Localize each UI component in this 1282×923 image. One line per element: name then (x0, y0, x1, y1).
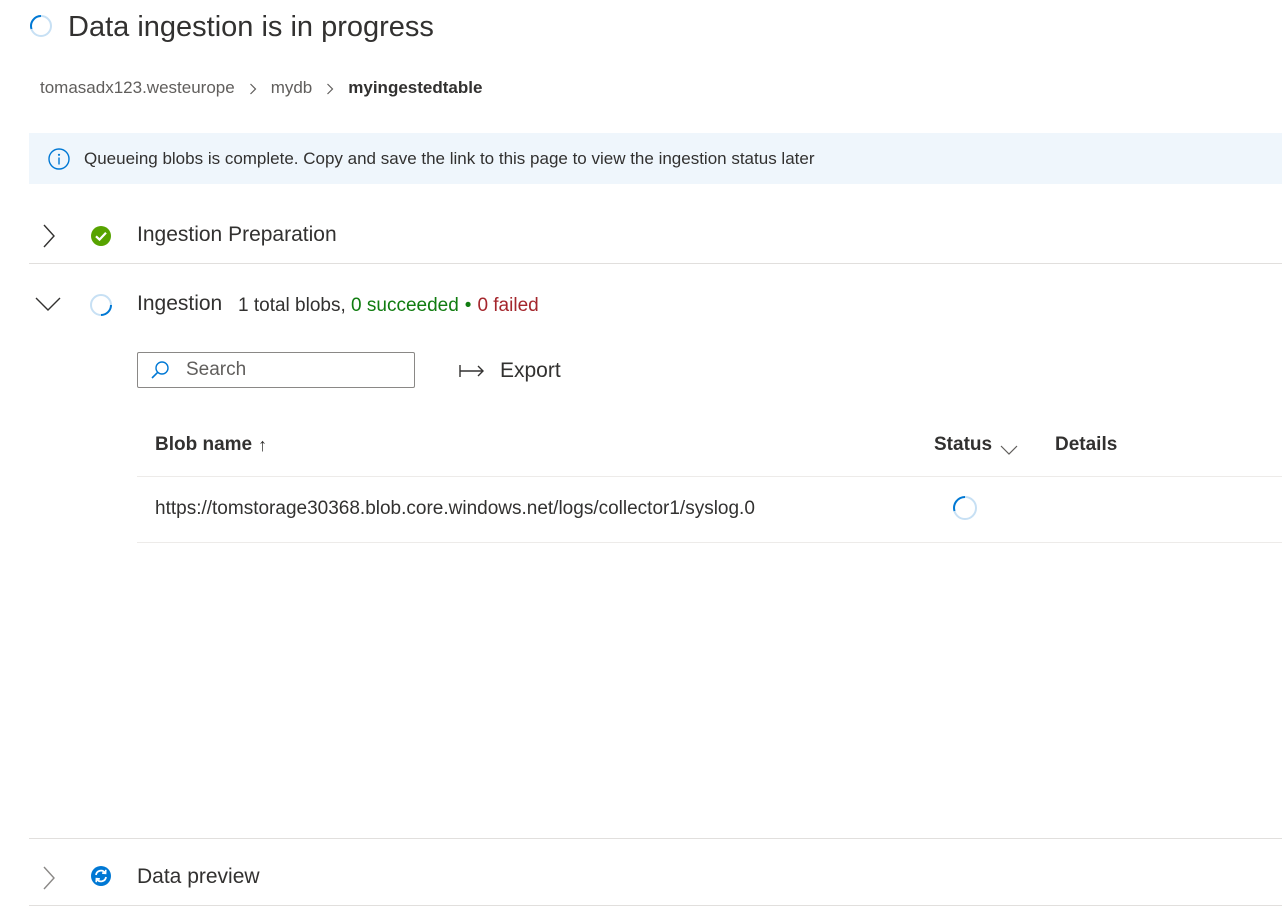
chevron-down-icon[interactable] (34, 295, 62, 313)
info-banner: Queueing blobs is complete. Copy and sav… (29, 133, 1282, 184)
chevron-right-icon[interactable] (37, 224, 59, 248)
section-title: Ingestion Preparation (137, 223, 337, 246)
breadcrumb-item-cluster[interactable]: tomasadx123.westeurope (40, 78, 235, 98)
column-label: Details (1055, 434, 1118, 455)
search-box[interactable] (137, 352, 415, 388)
info-icon (48, 147, 70, 170)
section-ingestion[interactable]: Ingestion (29, 277, 1282, 333)
table-row[interactable]: https://tomstorage30368.blob.core.window… (137, 477, 1282, 543)
chevron-right-icon (235, 78, 271, 98)
spinner-icon (89, 293, 113, 317)
sort-ascending-icon: ↑ (258, 435, 268, 455)
breadcrumb-item-table: myingestedtable (348, 78, 483, 97)
divider (29, 263, 1282, 264)
search-input[interactable] (184, 358, 388, 382)
spinner-icon (952, 495, 978, 521)
table-header: Blob name ↑ Status Details (137, 420, 1282, 477)
column-label: Blob name (155, 434, 253, 455)
breadcrumb-item-database[interactable]: mydb (271, 78, 313, 98)
breadcrumb: tomasadx123.westeurope mydb myingestedta… (40, 76, 482, 100)
refresh-icon (89, 864, 113, 888)
divider (29, 838, 1282, 839)
section-ingestion-preparation[interactable]: Ingestion Preparation (29, 208, 1282, 264)
summary-succeeded: 0 succeeded (351, 295, 459, 316)
check-circle-icon (89, 224, 113, 248)
summary-failed: 0 failed (477, 295, 539, 316)
blob-name-cell: https://tomstorage30368.blob.core.window… (155, 498, 755, 519)
summary-separator: • (464, 295, 472, 316)
export-button[interactable]: Export (455, 356, 561, 386)
info-banner-text: Queueing blobs is complete. Copy and sav… (84, 148, 815, 168)
column-header-details[interactable]: Details (1055, 433, 1117, 457)
column-header-blob-name[interactable]: Blob name ↑ (155, 433, 267, 457)
export-label: Export (500, 359, 561, 382)
section-title: Ingestion (137, 292, 223, 315)
section-data-preview[interactable]: Data preview (29, 850, 1282, 906)
chevron-right-icon (312, 78, 348, 98)
column-header-status[interactable]: Status (934, 433, 1018, 457)
spinner-icon (29, 14, 53, 38)
column-label: Status (934, 434, 993, 455)
divider (29, 905, 1282, 906)
search-icon (150, 360, 170, 380)
chevron-right-icon[interactable] (37, 866, 59, 890)
export-icon (455, 361, 485, 381)
chevron-down-icon (1000, 439, 1018, 455)
summary-total: 1 total blobs, (238, 295, 346, 316)
ingestion-summary: 1 total blobs, 0 succeeded • 0 failed (238, 294, 539, 318)
section-title: Data preview (137, 865, 260, 888)
page-title: Data ingestion is in progress (68, 11, 434, 43)
ingestion-page: Data ingestion is in progress tomasadx12… (0, 0, 1282, 923)
